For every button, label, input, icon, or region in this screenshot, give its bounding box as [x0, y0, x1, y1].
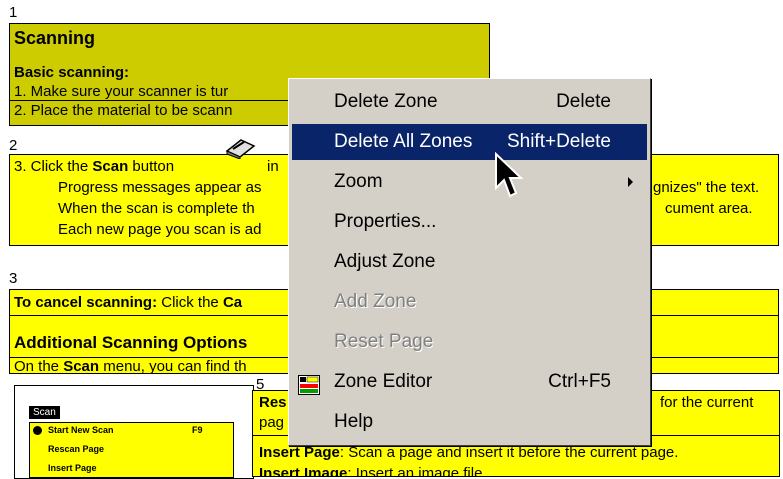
zone-1-title: Scanning — [14, 28, 96, 48]
scan-menu-item-3: Insert Page — [48, 463, 97, 473]
menu-item-delete-all-zones[interactable]: Delete All Zones Shift+Delete — [292, 124, 647, 160]
zone-5-row-3: Insert Page: Scan a page and insert it b… — [259, 444, 679, 461]
zone-number-2: 2 — [9, 137, 18, 154]
zone-1-line-2: 2. Place the material to be scann — [14, 102, 233, 119]
zone-3-heading: Additional Scanning Options — [14, 333, 248, 352]
menu-item-zone-editor[interactable]: Zone Editor Ctrl+F5 — [292, 364, 647, 400]
context-menu: Delete Zone Delete Delete All Zones Shif… — [288, 78, 651, 446]
zone-5-row-1: Res — [259, 394, 287, 411]
zone-number-3: 3 — [9, 270, 18, 287]
zone-2-line-3: When the scan is complete th — [58, 200, 255, 217]
scan-menu-title: Scan — [29, 406, 60, 419]
menu-item-reset-page: Reset Page — [334, 331, 434, 352]
menu-item-delete-zone[interactable]: Delete Zone Delete — [292, 84, 647, 120]
scan-menu-item-icon — [33, 426, 42, 435]
zone-2-line-1: 3. Click the Scan button — [14, 158, 175, 175]
scanner-icon — [224, 137, 256, 160]
zone-3-cancel: To cancel scanning: Click the Ca — [14, 294, 243, 311]
zone-2-line-2: Progress messages appear as — [58, 179, 262, 196]
zone-1-line-1: 1. Make sure your scanner is tur — [14, 83, 229, 100]
zone-2-right-2: cument area. — [665, 200, 753, 217]
zone-number-1: 1 — [9, 4, 18, 21]
submenu-arrow-icon — [628, 177, 633, 187]
zone-2-line-4: Each new page you scan is ad — [58, 221, 262, 238]
menu-item-add-zone: Add Zone — [334, 291, 417, 312]
zone-1-subtitle: Basic scanning: — [14, 64, 130, 81]
menu-item-zoom[interactable]: Zoom — [292, 164, 647, 200]
mouse-pointer-icon — [494, 151, 524, 200]
zone-5-row-2: pag — [259, 414, 285, 431]
menu-item-help[interactable]: Help — [292, 404, 647, 440]
zone-2-in: in — [267, 158, 279, 175]
scan-menu-item-1-shortcut: F9 — [192, 425, 203, 435]
zone-5-row-4: Insert Image: Insert an image file. — [259, 465, 487, 477]
zone-editor-icon — [298, 372, 320, 395]
menu-item-adjust-zone[interactable]: Adjust Zone — [292, 244, 647, 280]
scan-menu-item-2: Rescan Page — [48, 444, 105, 454]
zone-2-right-1: gnizes" the text. — [653, 179, 760, 196]
zone-3-menu-line: On the Scan menu, you can find th — [14, 358, 247, 374]
scan-menu-item-1: Start New Scan — [48, 425, 114, 435]
scan-menu-thumbnail: Scan Start New Scan F9 Rescan Page Inser… — [14, 385, 254, 479]
zone-5-row-1-tail: for the current — [660, 394, 754, 411]
menu-item-properties[interactable]: Properties... — [292, 204, 647, 240]
